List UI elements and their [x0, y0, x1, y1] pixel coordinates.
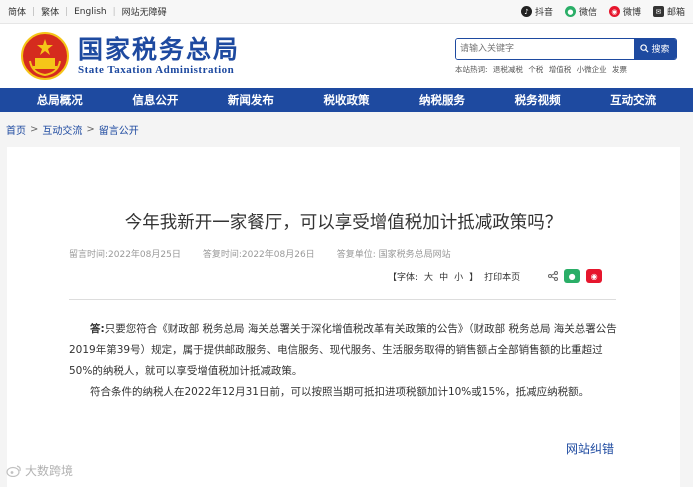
article-panel: 今年我新开一家餐厅，可以享受增值税加计抵减政策吗？ 留言时间:2022年08月2…	[7, 147, 680, 487]
douyin-icon: ♪	[520, 6, 532, 17]
site-header: 国家税务总局 State Taxation Administration 搜索 …	[0, 24, 693, 88]
main-nav: 总局概况 信息公开 新闻发布 税收政策 纳税服务 税务视频 互动交流	[0, 88, 693, 112]
breadcrumb-separator: >	[30, 123, 39, 135]
nav-item-interaction[interactable]: 互动交流	[610, 92, 656, 108]
font-size-close: 】	[469, 272, 479, 283]
link-accessibility[interactable]: 网站无障碍	[122, 5, 167, 18]
article-tools: 【字体: 大 中 小 】 打印本页 ● ◉	[388, 269, 603, 283]
breadcrumb-separator: >	[86, 123, 95, 135]
site-title-cn: 国家税务总局	[78, 35, 241, 64]
watermark-text: 大数跨境	[25, 464, 74, 478]
question-time: 留言时间:2022年08月25日	[69, 250, 181, 260]
mail-icon: ✉	[652, 6, 664, 17]
breadcrumb: 首页 > 互动交流 > 留言公开	[0, 112, 693, 146]
font-size-label: 【字体:	[388, 272, 419, 283]
hot-word[interactable]: 发票	[612, 65, 627, 74]
site-title-en: State Taxation Administration	[78, 64, 235, 76]
font-size-small[interactable]: 小	[454, 270, 463, 283]
social-wechat[interactable]: ● 微信	[564, 5, 597, 18]
social-label: 抖音	[534, 8, 553, 18]
divider: |	[65, 6, 69, 17]
social-links: ♪ 抖音 ● 微信 ◉ 微博 ✉ 邮箱	[520, 5, 685, 18]
search-box: 搜索	[455, 37, 677, 60]
site-title: 国家税务总局 State Taxation Administration	[78, 35, 241, 77]
nav-item-overview[interactable]: 总局概况	[37, 92, 83, 108]
hot-word[interactable]: 退税减税	[493, 65, 523, 74]
nav-item-policy[interactable]: 税收政策	[323, 92, 369, 108]
social-label: 微博	[622, 8, 641, 18]
share-icon[interactable]	[548, 271, 559, 281]
social-douyin[interactable]: ♪ 抖音	[520, 5, 553, 18]
hot-words: 本站热词: 退税减税 个税 增值税 小微企业 发票	[455, 64, 677, 75]
nav-item-video[interactable]: 税务视频	[515, 92, 561, 108]
article-title: 今年我新开一家餐厅，可以享受增值税加计抵减政策吗？	[124, 213, 563, 233]
answer-unit: 答复单位: 国家税务总局网站	[336, 250, 451, 260]
nav-item-service[interactable]: 纳税服务	[419, 92, 465, 108]
search-button-label: 搜索	[651, 45, 670, 55]
divider: |	[32, 6, 36, 17]
wechat-share-icon[interactable]: ●	[564, 269, 581, 283]
article-body: 答:只要您符合《财政部 税务总局 海关总署关于深化增值税改革有关政策的公告》（财…	[69, 319, 617, 403]
social-mail[interactable]: ✉ 邮箱	[652, 5, 685, 18]
divider: |	[112, 6, 116, 17]
top-bar: 简体 | 繁体 | English | 网站无障碍 ♪ 抖音 ● 微信 ◉ 微博…	[0, 0, 693, 24]
hot-word[interactable]: 增值税	[549, 65, 572, 74]
breadcrumb-home[interactable]: 首页	[6, 122, 26, 137]
link-simplified[interactable]: 简体	[8, 5, 26, 18]
search-input[interactable]	[456, 38, 634, 59]
answer-time: 答复时间:2022年08月26日	[202, 250, 315, 260]
answer-paragraph-2: 符合条件的纳税人在2022年12月31日前，可以按照当期可抵扣进项税额加计10%…	[90, 386, 590, 398]
hot-words-label: 本站热词:	[455, 64, 488, 74]
search-icon	[640, 44, 649, 53]
answer-paragraph-1: 答:只要您符合《财政部 税务总局 海关总署关于深化增值税改革有关政策的公告》（财…	[69, 319, 617, 382]
breadcrumb-interaction[interactable]: 互动交流	[42, 122, 82, 137]
nav-item-news[interactable]: 新闻发布	[228, 92, 274, 108]
weibo-watermark-icon	[6, 464, 21, 477]
search-area: 搜索 本站热词: 退税减税 个税 增值税 小微企业 发票	[455, 37, 677, 75]
link-traditional[interactable]: 繁体	[41, 5, 59, 18]
wechat-icon: ●	[564, 6, 576, 17]
report-error-link[interactable]: 网站纠错	[566, 440, 614, 457]
nav-item-disclosure[interactable]: 信息公开	[132, 92, 178, 108]
breadcrumb-messages[interactable]: 留言公开	[99, 122, 139, 137]
social-label: 邮箱	[666, 8, 685, 18]
hot-word[interactable]: 个税	[528, 65, 543, 74]
language-links: 简体 | 繁体 | English | 网站无障碍	[8, 5, 167, 19]
divider	[69, 299, 616, 300]
font-size-medium[interactable]: 中	[439, 270, 448, 283]
share-tools: ● ◉	[548, 269, 603, 283]
watermark: 大数跨境	[6, 462, 73, 479]
search-button[interactable]: 搜索	[634, 38, 676, 59]
national-emblem-icon	[21, 32, 69, 80]
hot-word[interactable]: 小微企业	[577, 65, 607, 74]
weibo-share-icon[interactable]: ◉	[586, 269, 603, 283]
font-size-large[interactable]: 大	[424, 270, 433, 283]
answer-text-1: 只要您符合《财政部 税务总局 海关总署关于深化增值税改革有关政策的公告》（财政部…	[69, 323, 617, 377]
print-button[interactable]: 打印本页	[484, 270, 520, 283]
social-weibo[interactable]: ◉ 微博	[608, 5, 641, 18]
site-logo[interactable]: 国家税务总局 State Taxation Administration	[20, 31, 240, 81]
link-english[interactable]: English	[74, 7, 107, 17]
answer-label: 答:	[90, 323, 105, 335]
weibo-icon: ◉	[608, 6, 620, 17]
social-label: 微信	[578, 8, 597, 18]
article-meta: 留言时间:2022年08月25日 答复时间:2022年08月26日 答复单位: …	[69, 247, 451, 260]
